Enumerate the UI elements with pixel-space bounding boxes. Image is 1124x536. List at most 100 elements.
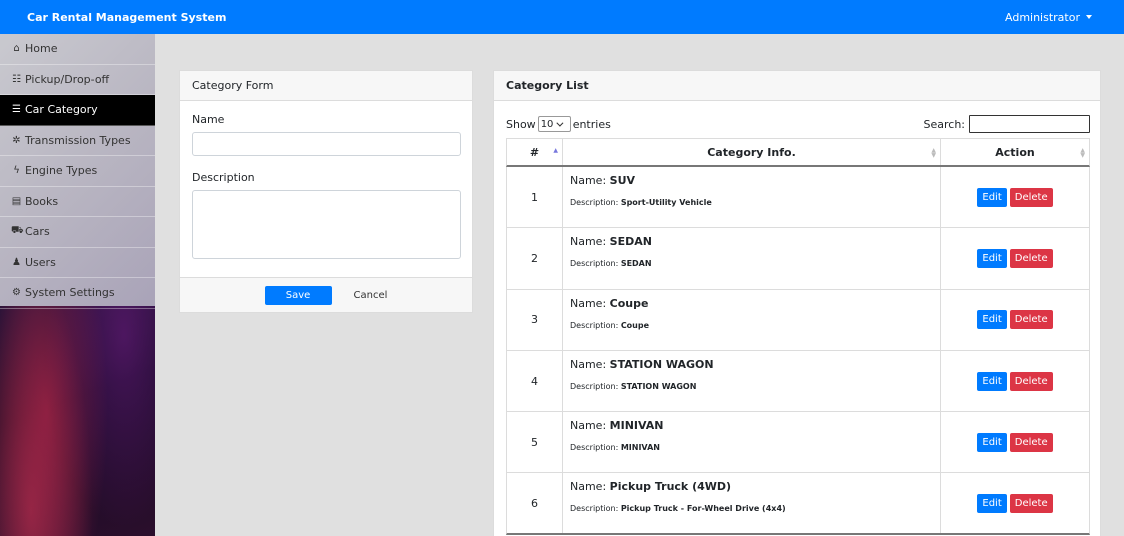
sidebar-item-system-settings[interactable]: ⚙ System Settings	[0, 278, 155, 309]
category-form-card: Category Form Name Description Save Canc…	[179, 70, 473, 313]
row-number: 6	[507, 473, 563, 533]
form-footer: Save Cancel	[180, 277, 472, 312]
home-icon: ⌂	[13, 43, 20, 55]
category-form-title: Category Form	[180, 71, 472, 101]
description-textarea[interactable]	[192, 190, 461, 259]
table-row: 3 Name: Coupe Description: Coupe Edit De…	[506, 289, 1090, 351]
list-icon: ☷	[12, 73, 21, 85]
user-menu[interactable]: Administrator	[1005, 11, 1092, 24]
cancel-button[interactable]: Cancel	[354, 290, 388, 301]
caret-down-icon	[1086, 15, 1092, 19]
category-table: # ▲ Category Info. ▲ ▼ Action ▲ ▼ 1 Name: …	[506, 138, 1090, 535]
category-info: Name: Pickup Truck (4WD) Description: Pi…	[563, 473, 941, 533]
search-control: Search:	[923, 115, 1090, 133]
app-title: Car Rental Management System	[27, 10, 227, 24]
delete-button[interactable]: Delete	[1009, 493, 1053, 513]
category-description: Description: SEDAN	[570, 259, 652, 269]
show-label: Show	[506, 117, 536, 131]
column-header-category-info[interactable]: Category Info. ▲ ▼	[563, 139, 941, 165]
name-label: Name	[192, 113, 225, 126]
sidebar-item-users[interactable]: ♟ Users	[0, 248, 155, 278]
category-info: Name: SEDAN Description: SEDAN	[563, 228, 941, 289]
delete-button[interactable]: Delete	[1009, 310, 1053, 330]
sidebar-item-label: Books	[25, 194, 59, 208]
row-number: 3	[507, 289, 563, 350]
category-info: Name: STATION WAGON Description: STATION…	[563, 350, 941, 412]
category-name: Name: SEDAN	[570, 235, 652, 249]
description-label: Description	[192, 171, 255, 184]
book-icon: ▤	[11, 195, 22, 207]
sidebar-item-engine-types[interactable]: ϟ Engine Types	[0, 156, 155, 187]
chevron-down-icon	[556, 119, 564, 127]
column-header-number[interactable]: # ▲	[507, 139, 563, 165]
search-label: Search:	[923, 117, 966, 131]
user-name: Administrator	[1005, 10, 1080, 24]
row-actions: Edit Delete	[941, 228, 1089, 288]
column-label: Action	[995, 145, 1035, 159]
table-row: 1 Name: SUV Description: Sport-Utility V…	[506, 167, 1090, 229]
column-header-action[interactable]: Action ▲ ▼	[941, 139, 1089, 165]
entries-value: 10	[540, 118, 554, 130]
sidebar-item-car-category[interactable]: ☰ Car Category	[0, 95, 155, 126]
sort-asc-icon: ▲	[553, 147, 558, 154]
category-description: Description: STATION WAGON	[570, 381, 697, 391]
category-name: Name: Coupe	[570, 296, 649, 310]
edit-button[interactable]: Edit	[977, 187, 1007, 207]
car-icon: ⛟	[11, 225, 24, 237]
category-info: Name: Coupe Description: Coupe	[563, 289, 941, 350]
table-row: 2 Name: SEDAN Description: SEDAN Edit De…	[506, 228, 1090, 290]
sidebar-item-label: Pickup/Drop-off	[25, 72, 110, 86]
sidebar-item-transmission-types[interactable]: ✲ Transmission Types	[0, 126, 155, 156]
sidebar-item-cars[interactable]: ⛟ Cars	[0, 217, 155, 248]
category-name: Name: STATION WAGON	[570, 357, 714, 371]
sidebar-item-books[interactable]: ▤ Books	[0, 187, 155, 217]
sidebar-item-pickup-dropoff[interactable]: ☷ Pickup/Drop-off	[0, 65, 155, 95]
cogs-icon: ⚙	[12, 287, 21, 299]
category-description: Description: Pickup Truck - For-Wheel Dr…	[570, 504, 786, 514]
row-actions: Edit Delete	[941, 351, 1089, 411]
bolt-icon: ϟ	[13, 165, 20, 177]
delete-button[interactable]: Delete	[1009, 432, 1053, 452]
row-number: 1	[507, 167, 563, 228]
edit-button[interactable]: Edit	[977, 310, 1007, 330]
sidebar-item-label: Cars	[25, 225, 50, 239]
sidebar-item-label: Engine Types	[25, 164, 98, 178]
category-description: Description: Sport-Utility Vehicle	[570, 198, 712, 207]
sidebar-item-label: Car Category	[25, 103, 98, 117]
delete-button[interactable]: Delete	[1009, 371, 1053, 391]
column-label: #	[529, 145, 540, 159]
edit-button[interactable]: Edit	[977, 371, 1007, 391]
category-description: Description: MINIVAN	[570, 443, 660, 453]
category-list-title: Category List	[494, 71, 1100, 101]
sidebar-item-label: Users	[25, 255, 56, 269]
sidebar-item-home[interactable]: ⌂ Home	[0, 34, 155, 65]
row-actions: Edit Delete	[941, 412, 1089, 472]
search-input[interactable]	[969, 115, 1090, 133]
edit-button[interactable]: Edit	[977, 432, 1007, 452]
sort-icon: ▲ ▼	[1080, 147, 1085, 159]
gear-icon: ✲	[12, 134, 21, 146]
row-actions: Edit Delete	[941, 167, 1089, 227]
top-navbar: Car Rental Management System Administrat…	[0, 0, 1124, 34]
edit-button[interactable]: Edit	[977, 493, 1007, 513]
entries-select[interactable]: 10	[537, 116, 571, 132]
category-info: Name: MINIVAN Description: MINIVAN	[563, 412, 941, 473]
category-description: Description: Coupe	[570, 320, 650, 330]
edit-button[interactable]: Edit	[977, 248, 1007, 268]
table-row: 5 Name: MINIVAN Description: MINIVAN Edi…	[506, 412, 1090, 474]
table-header: # ▲ Category Info. ▲ ▼ Action ▲ ▼	[506, 138, 1090, 167]
category-list-card: Category List Show 10 entries Search: # …	[493, 70, 1101, 536]
save-button[interactable]: Save	[264, 285, 332, 305]
table-row: 4 Name: STATION WAGON Description: STATI…	[506, 350, 1090, 413]
sidebar-item-label: System Settings	[25, 286, 115, 300]
column-label: Category Info.	[707, 145, 796, 159]
delete-button[interactable]: Delete	[1009, 187, 1053, 207]
name-input[interactable]	[192, 132, 461, 156]
list-icon: ☰	[12, 104, 21, 116]
row-number: 2	[507, 228, 563, 289]
sidebar-item-label: Home	[25, 42, 58, 56]
category-name: Name: Pickup Truck (4WD)	[570, 480, 732, 494]
sidebar: ⌂ Home ☷ Pickup/Drop-off ☰ Car Category …	[0, 34, 155, 536]
row-number: 4	[507, 350, 563, 412]
delete-button[interactable]: Delete	[1009, 248, 1053, 268]
